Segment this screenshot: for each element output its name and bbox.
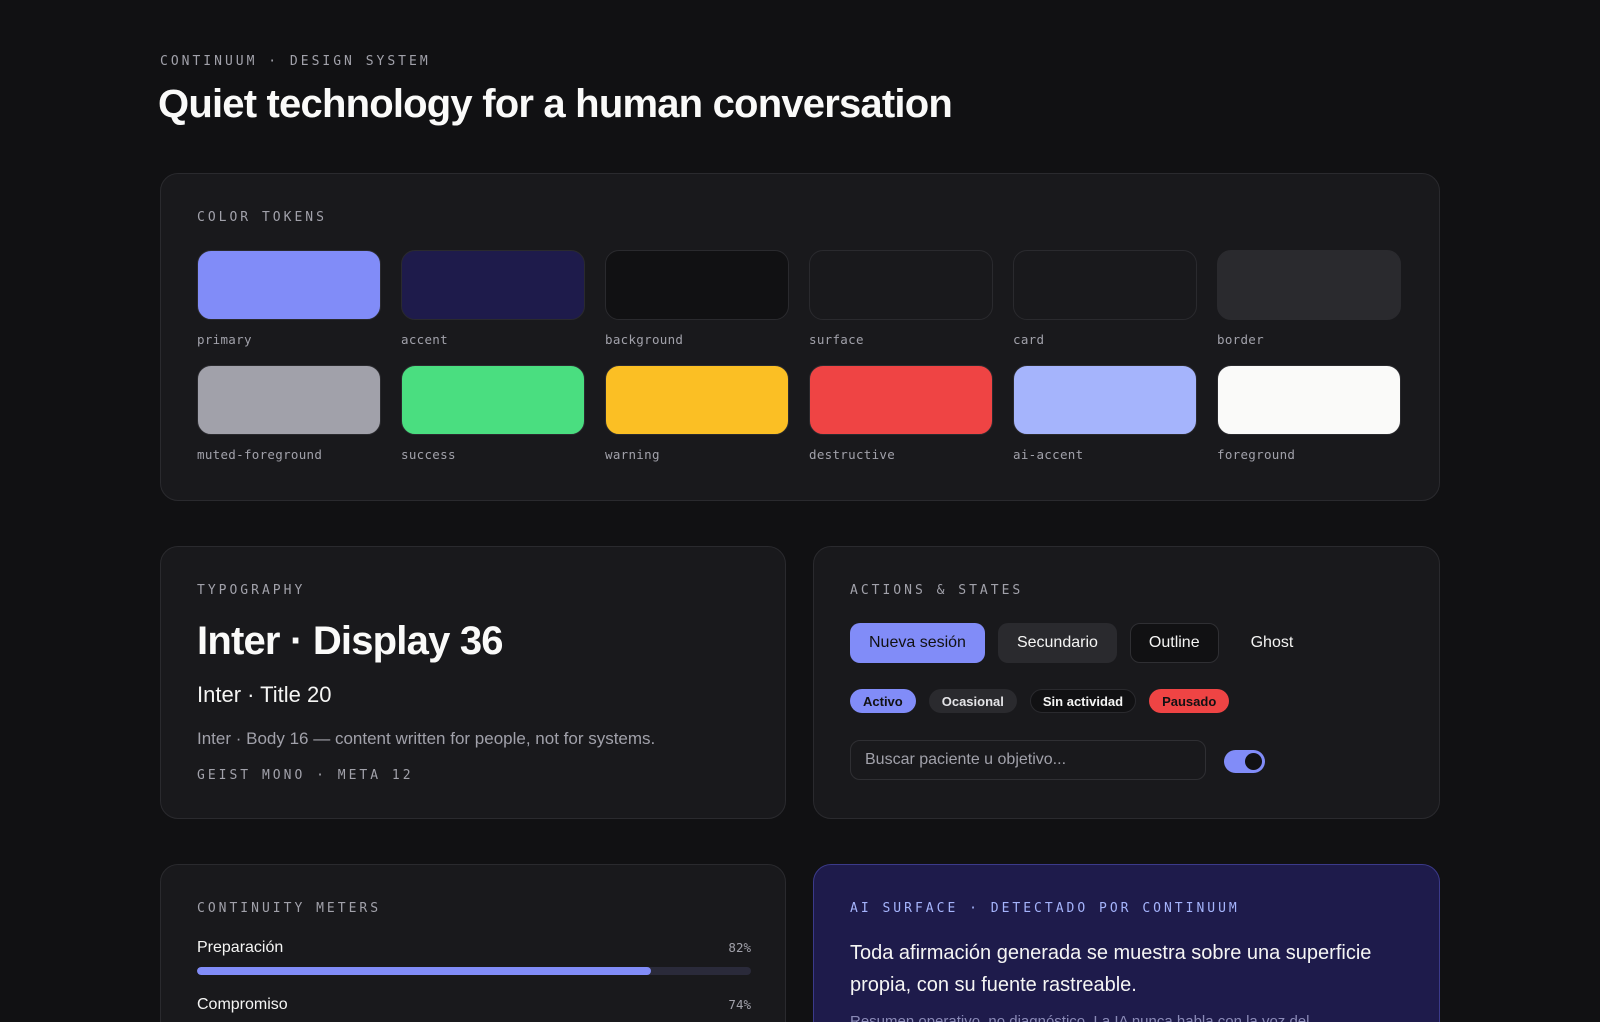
ai-statement: Toda afirmación generada se muestra sobr… <box>850 942 1372 996</box>
meter-preparacion: Preparación 82% <box>197 939 751 975</box>
swatch-chip <box>197 365 381 435</box>
swatch-foreground: foreground <box>1217 365 1401 462</box>
swatch-name: card <box>1013 332 1045 347</box>
swatch-chip <box>605 365 789 435</box>
swatch-chip <box>1217 365 1401 435</box>
outline-button[interactable]: Outline <box>1129 623 1219 663</box>
swatch-name: foreground <box>1217 447 1296 462</box>
continuity-meters-card: CONTINUITY METERS Preparación 82% Compro… <box>160 864 786 1022</box>
meter-label: Compromiso <box>197 996 288 1013</box>
swatch-success: success <box>401 365 585 462</box>
swatch-chip <box>401 250 585 320</box>
swatch-name: warning <box>605 447 660 462</box>
meter-compromiso: Compromiso 74% <box>197 996 751 1022</box>
swatch-chip <box>401 365 585 435</box>
swatch-name: ai-accent <box>1013 447 1084 462</box>
section-label: COLOR TOKENS <box>197 210 327 225</box>
ai-subtext: Resumen operativo, no diagnóstico. La IA… <box>850 1013 1310 1022</box>
swatch-name: muted-foreground <box>197 447 323 462</box>
swatch-chip <box>809 250 993 320</box>
section-label: AI SURFACE · DETECTADO POR CONTINUUM <box>850 901 1240 916</box>
swatch-warning: warning <box>605 365 789 462</box>
swatch-background: background <box>605 250 789 347</box>
meter-label: Preparación <box>197 939 284 956</box>
type-sample-display: Inter · Display 36 <box>197 619 504 663</box>
swatch-card: card <box>1013 250 1197 347</box>
swatch-name: surface <box>809 332 864 347</box>
swatch-name: background <box>605 332 684 347</box>
new-session-button[interactable]: Nueva sesión <box>850 623 985 663</box>
actions-states-card: ACTIONS & STATES Nueva sesión Secundario… <box>813 546 1440 819</box>
status-badge-occasional: Ocasional <box>928 689 1017 713</box>
toggle-knob <box>1245 753 1262 770</box>
status-badge-inactive: Sin actividad <box>1029 689 1137 713</box>
swatch-name: destructive <box>809 447 896 462</box>
typography-card: TYPOGRAPHY Inter · Display 36 Inter · Ti… <box>160 546 786 819</box>
swatch-muted-foreground: muted-foreground <box>197 365 381 462</box>
badge-row: Activo Ocasional Sin actividad Pausado <box>850 689 1230 713</box>
section-label: CONTINUITY METERS <box>197 901 382 916</box>
swatch-name: primary <box>197 332 252 347</box>
type-sample-meta: GEIST MONO · META 12 <box>197 768 414 783</box>
swatch-name: success <box>401 447 456 462</box>
swatch-name: border <box>1217 332 1264 347</box>
meter-fill <box>197 967 652 975</box>
button-row: Nueva sesión Secundario Outline Ghost <box>850 623 1312 663</box>
swatch-chip <box>809 365 993 435</box>
status-badge-paused: Pausado <box>1149 689 1230 713</box>
meter-value: 82% <box>728 940 751 955</box>
section-label: TYPOGRAPHY <box>197 583 306 598</box>
meter-value: 74% <box>728 997 751 1012</box>
type-sample-title: Inter · Title 20 <box>197 682 332 707</box>
page-title: Quiet technology for a human conversatio… <box>158 82 953 126</box>
swatch-accent: accent <box>401 250 585 347</box>
page-eyebrow: CONTINUUM · DESIGN SYSTEM <box>160 54 431 69</box>
swatch-primary: primary <box>197 250 381 347</box>
swatch-destructive: destructive <box>809 365 993 462</box>
color-tokens-card: COLOR TOKENS primary accent background surf… <box>160 173 1440 501</box>
toggle-switch[interactable] <box>1224 750 1265 773</box>
swatch-chip <box>1013 365 1197 435</box>
ai-surface-card: AI SURFACE · DETECTADO POR CONTINUUM Tod… <box>813 864 1440 1022</box>
swatch-ai-accent: ai-accent <box>1013 365 1197 462</box>
swatch-grid: primary accent background surface card border… <box>197 250 1401 462</box>
secondary-button[interactable]: Secundario <box>997 623 1117 663</box>
swatch-border: border <box>1217 250 1401 347</box>
swatch-surface: surface <box>809 250 993 347</box>
swatch-chip <box>1013 250 1197 320</box>
search-input[interactable] <box>850 740 1206 780</box>
status-badge-active: Activo <box>850 689 916 713</box>
swatch-name: accent <box>401 332 448 347</box>
ghost-button[interactable]: Ghost <box>1232 623 1313 663</box>
swatch-chip <box>197 250 381 320</box>
type-sample-body: Inter · Body 16 — content written for pe… <box>197 729 656 748</box>
meter-track <box>197 967 751 975</box>
section-label: ACTIONS & STATES <box>850 583 1024 598</box>
swatch-chip <box>1217 250 1401 320</box>
swatch-chip <box>605 250 789 320</box>
